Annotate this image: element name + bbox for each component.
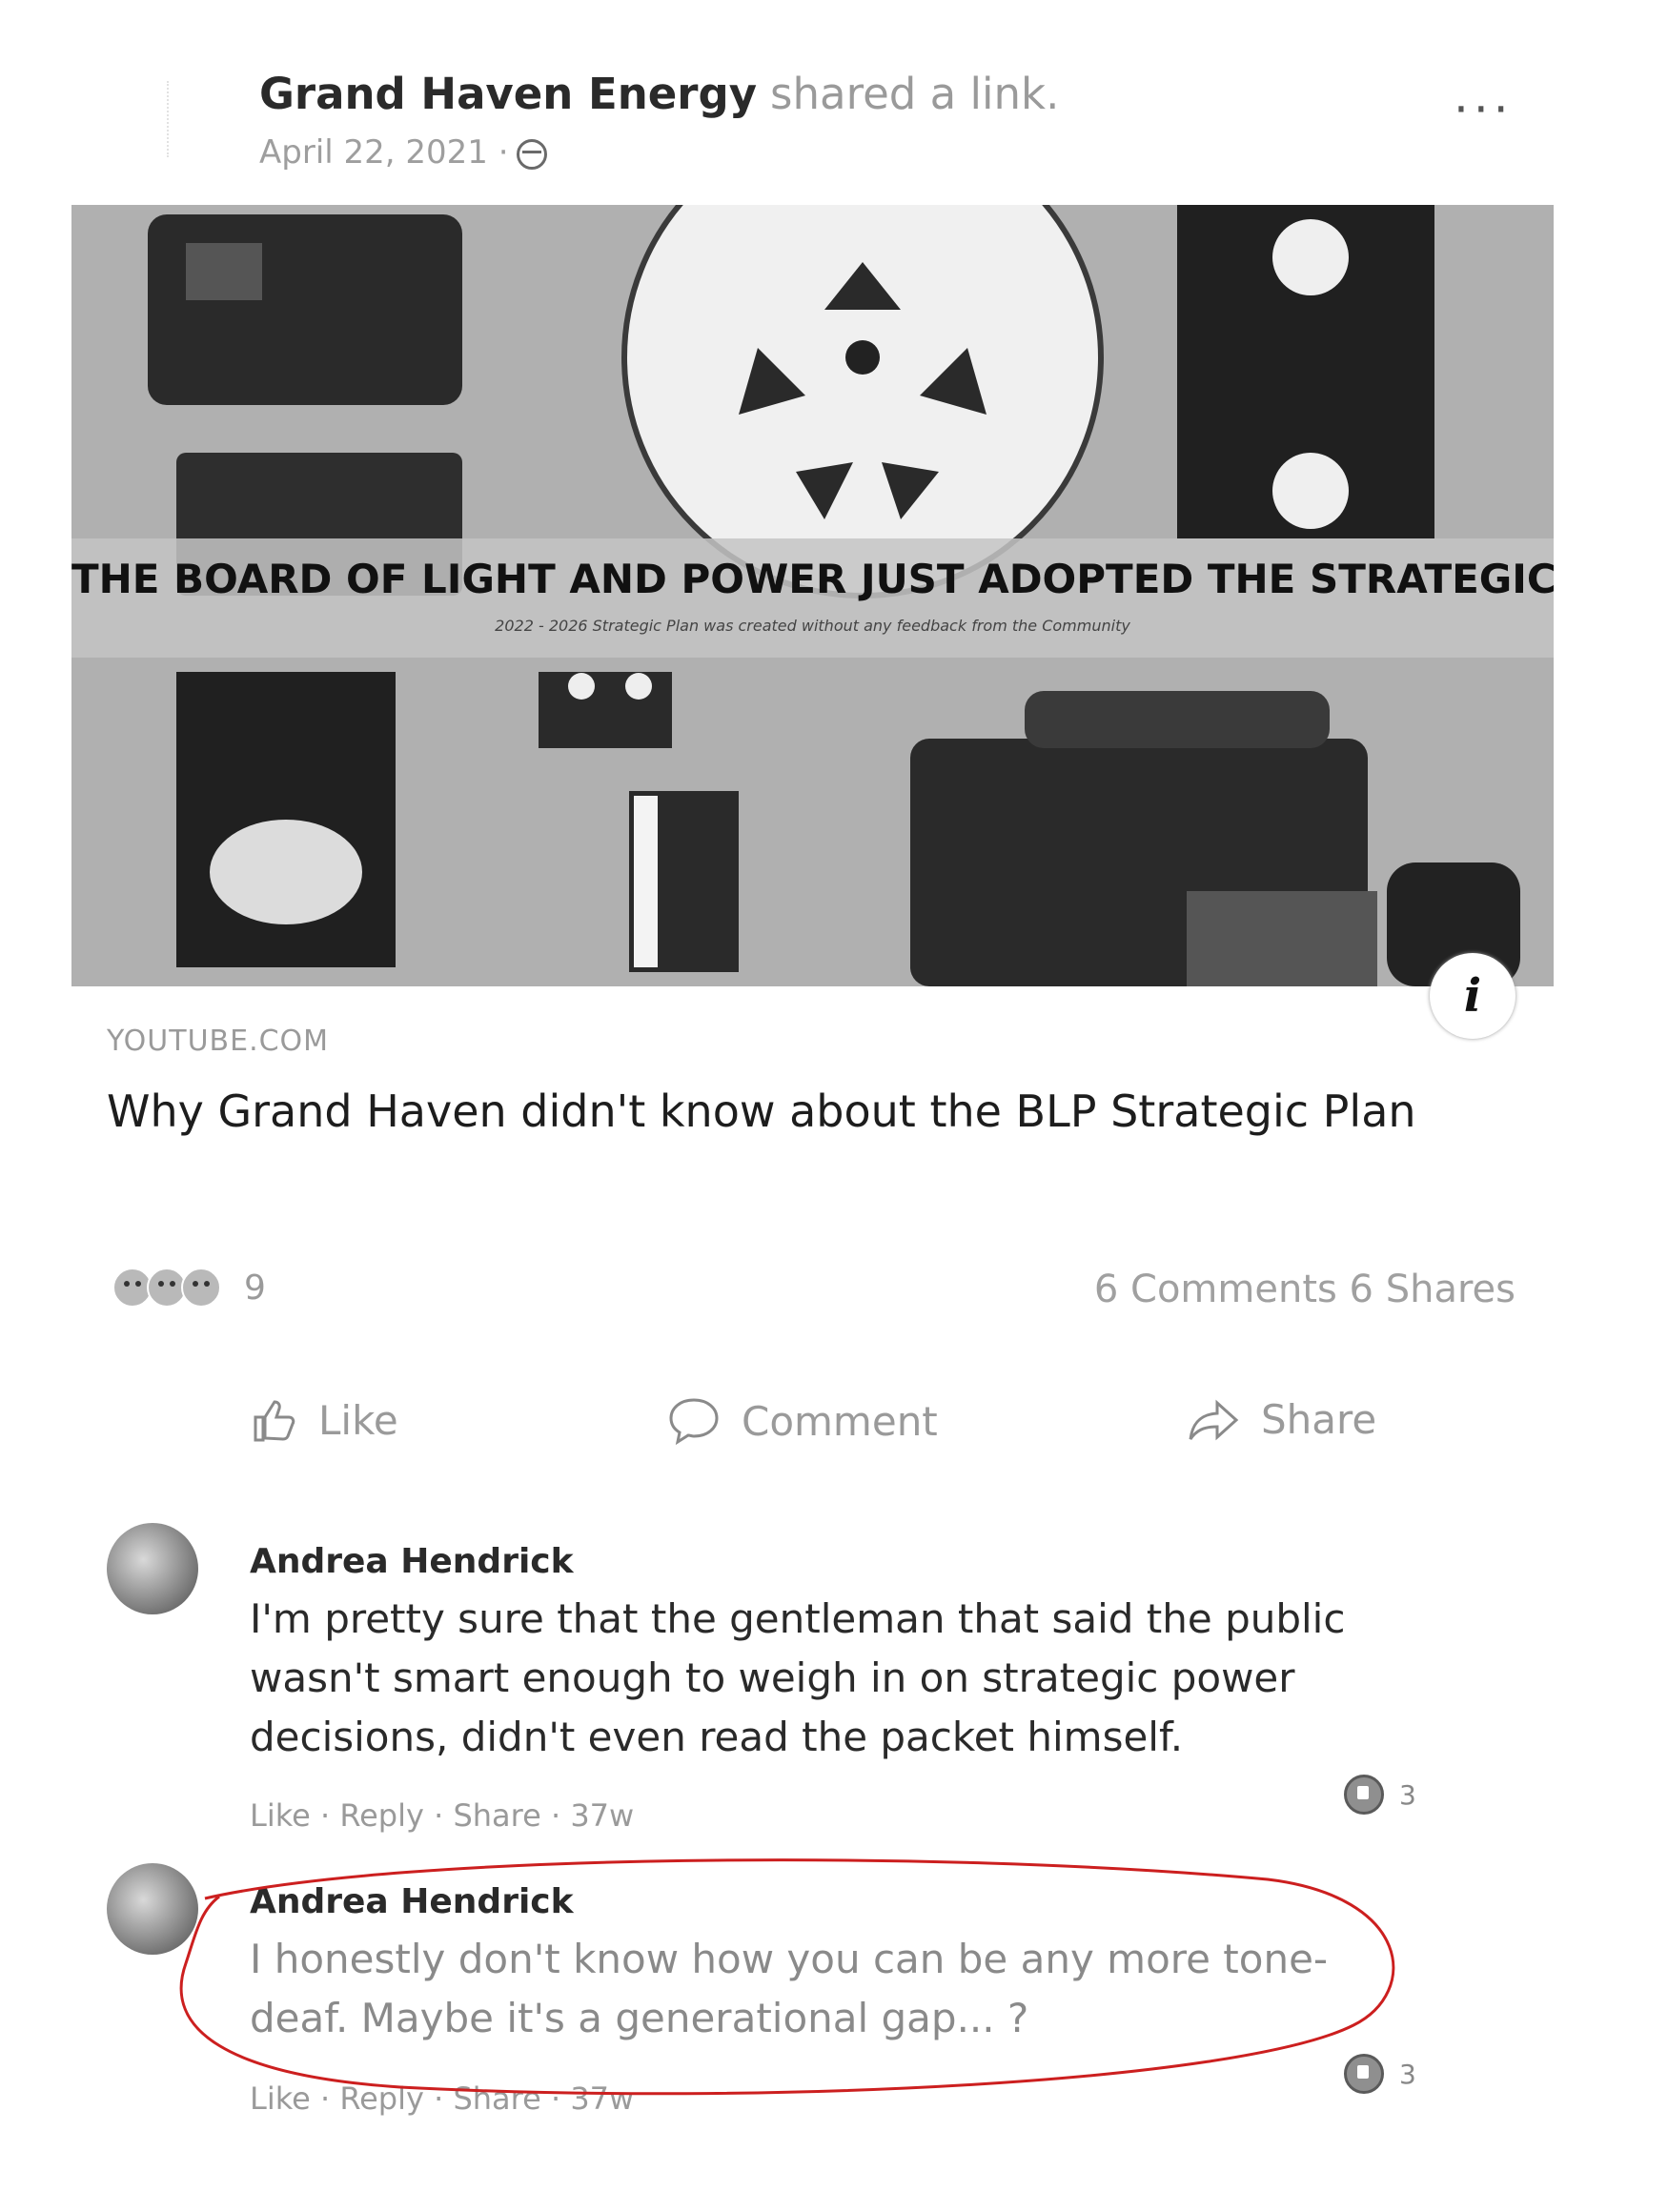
banner-title: THE BOARD OF LIGHT AND POWER JUST ADOPTE… <box>71 556 1554 602</box>
globe-icon <box>516 138 547 170</box>
link-source-domain: YOUTUBE.COM <box>107 1025 330 1058</box>
share-label: Share <box>1261 1396 1377 1443</box>
comment-like-badge[interactable]: 3 <box>1344 1775 1416 1815</box>
comment-like-count: 3 <box>1399 2058 1416 2090</box>
comment-meta[interactable]: Like · Reply · Share · 37w <box>250 1797 634 1834</box>
post-author-name[interactable]: Grand Haven Energy <box>259 69 757 119</box>
post-date[interactable]: April 22, 2021 · <box>259 133 547 172</box>
reaction-emoji-icon <box>181 1268 221 1308</box>
info-icon[interactable]: i <box>1430 953 1515 1039</box>
link-preview-image[interactable]: THE BOARD OF LIGHT AND POWER JUST ADOPTE… <box>71 205 1554 986</box>
like-button[interactable]: Like <box>250 1396 398 1444</box>
share-button[interactable]: Share <box>1187 1396 1376 1443</box>
post-date-text: April 22, 2021 · <box>259 133 509 172</box>
reactions-summary[interactable]: 9 <box>112 1268 266 1308</box>
comment-like-count: 3 <box>1399 1778 1416 1811</box>
link-title[interactable]: Why Grand Haven didn't know about the BL… <box>107 1082 1441 1141</box>
like-label: Like <box>318 1396 398 1444</box>
comment-text: I'm pretty sure that the gentleman that … <box>250 1595 1346 1760</box>
share-arrow-icon <box>1189 1399 1239 1440</box>
banner-subtitle: 2022 - 2026 Strategic Plan was created w… <box>495 617 1130 635</box>
reaction-count: 9 <box>244 1268 266 1308</box>
author-avatar[interactable] <box>167 81 190 157</box>
commenter-avatar[interactable] <box>107 1863 198 1955</box>
post-action-text: shared a link. <box>770 69 1060 119</box>
speech-bubble-icon <box>669 1398 719 1446</box>
comment-like-badge[interactable]: 3 <box>1344 2054 1416 2094</box>
more-options-icon[interactable]: ··· <box>1454 86 1514 133</box>
like-badge-icon <box>1344 1775 1384 1815</box>
comment-author[interactable]: Andrea Hendrick <box>250 1882 574 1921</box>
thumbs-up-icon <box>254 1400 295 1442</box>
post-header: Grand Haven Energy shared a link. <box>259 69 1059 119</box>
comment-button[interactable]: Comment <box>667 1396 938 1446</box>
comment-meta[interactable]: Like · Reply · Share · 37w <box>250 2080 634 2117</box>
commenter-avatar[interactable] <box>107 1523 198 1614</box>
comments-shares-count[interactable]: 6 Comments 6 Shares <box>1094 1268 1515 1311</box>
comment-label: Comment <box>742 1397 938 1445</box>
comment-text: I honestly don't know how you can be any… <box>250 1936 1329 2041</box>
comment-author[interactable]: Andrea Hendrick <box>250 1542 574 1581</box>
like-badge-icon <box>1344 2054 1384 2094</box>
